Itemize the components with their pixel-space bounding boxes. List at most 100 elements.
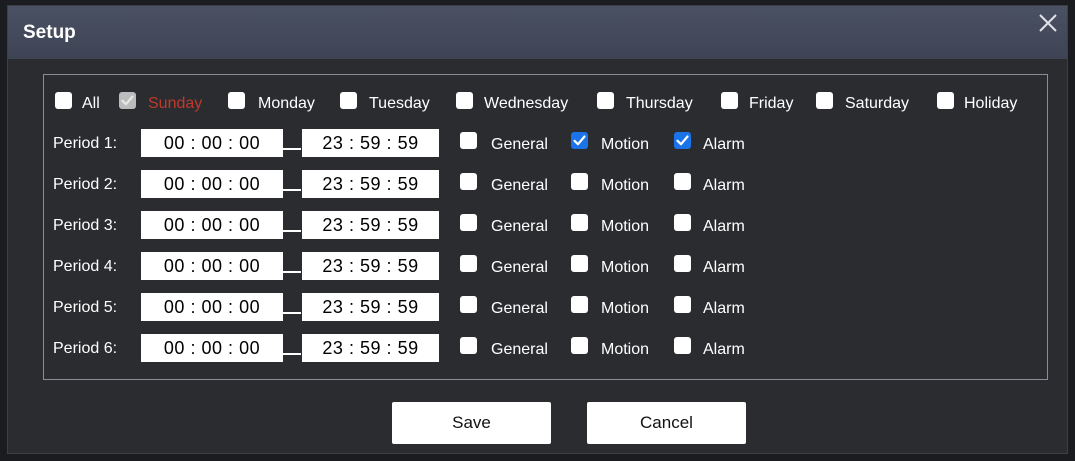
end-second[interactable]: 59: [398, 133, 419, 153]
save-button[interactable]: Save: [392, 402, 551, 444]
start-second[interactable]: 00: [239, 133, 260, 153]
end-hour[interactable]: 23: [322, 174, 343, 194]
time-separator: :: [386, 297, 393, 317]
motion-checkbox[interactable]: [571, 255, 588, 272]
day-label-holiday: Holiday: [964, 95, 1018, 112]
general-checkbox[interactable]: [460, 337, 477, 354]
general-label: General: [491, 259, 548, 276]
start-hour[interactable]: 00: [164, 215, 185, 235]
end-minute[interactable]: 59: [360, 174, 381, 194]
start-hour[interactable]: 00: [164, 256, 185, 276]
motion-checkbox[interactable]: [571, 214, 588, 231]
start-second[interactable]: 00: [239, 215, 260, 235]
day-label-all: All: [82, 95, 100, 112]
end-hour[interactable]: 23: [322, 338, 343, 358]
start-hour[interactable]: 00: [164, 297, 185, 317]
period-start-time[interactable]: 00 : 00 : 00: [141, 211, 283, 239]
time-range-dash: [283, 148, 301, 150]
end-hour[interactable]: 23: [322, 256, 343, 276]
time-separator: :: [386, 133, 393, 153]
start-minute[interactable]: 00: [201, 174, 222, 194]
period-end-time[interactable]: 23 : 59 : 59: [302, 252, 439, 280]
alarm-label: Alarm: [703, 177, 745, 194]
start-minute[interactable]: 00: [201, 215, 222, 235]
period-start-time[interactable]: 00 : 00 : 00: [141, 334, 283, 362]
cancel-button[interactable]: Cancel: [587, 402, 746, 444]
end-second[interactable]: 59: [398, 174, 419, 194]
end-second[interactable]: 59: [398, 338, 419, 358]
start-minute[interactable]: 00: [201, 297, 222, 317]
time-separator: :: [190, 133, 196, 153]
day-checkbox-all[interactable]: [55, 92, 72, 109]
period-end-time[interactable]: 23 : 59 : 59: [302, 334, 439, 362]
general-checkbox[interactable]: [460, 255, 477, 272]
motion-label: Motion: [601, 259, 650, 276]
start-second[interactable]: 00: [239, 256, 260, 276]
start-hour[interactable]: 00: [164, 174, 185, 194]
end-second[interactable]: 59: [398, 256, 419, 276]
end-minute[interactable]: 59: [360, 256, 381, 276]
alarm-checkbox[interactable]: [674, 337, 691, 354]
end-minute[interactable]: 59: [360, 338, 381, 358]
alarm-checkbox[interactable]: [674, 255, 691, 272]
day-checkbox-monday[interactable]: [228, 92, 245, 109]
alarm-checkbox[interactable]: [674, 296, 691, 313]
time-separator: :: [228, 215, 234, 235]
period-end-time[interactable]: 23 : 59 : 59: [302, 293, 439, 321]
time-range-dash: [283, 353, 301, 355]
period-start-time[interactable]: 00 : 00 : 00: [141, 252, 283, 280]
end-minute[interactable]: 59: [360, 215, 381, 235]
period-label: Period 3:: [53, 217, 118, 234]
end-second[interactable]: 59: [398, 297, 419, 317]
period-end-time[interactable]: 23 : 59 : 59: [302, 170, 439, 198]
time-range-dash: [283, 189, 301, 191]
period-label: Period 6:: [53, 340, 118, 357]
end-minute[interactable]: 59: [360, 297, 381, 317]
general-checkbox[interactable]: [460, 296, 477, 313]
period-end-time[interactable]: 23 : 59 : 59: [302, 211, 439, 239]
day-checkbox-holiday[interactable]: [937, 92, 954, 109]
start-minute[interactable]: 00: [201, 133, 222, 153]
start-hour[interactable]: 00: [164, 133, 185, 153]
start-second[interactable]: 00: [239, 338, 260, 358]
alarm-checkbox[interactable]: [674, 173, 691, 190]
motion-checkbox[interactable]: [571, 132, 588, 149]
time-separator: :: [348, 338, 355, 358]
period-label: Period 2:: [53, 176, 118, 193]
time-separator: :: [348, 133, 355, 153]
alarm-checkbox[interactable]: [674, 214, 691, 231]
general-checkbox[interactable]: [460, 132, 477, 149]
motion-checkbox[interactable]: [571, 296, 588, 313]
day-checkbox-tuesday[interactable]: [340, 92, 357, 109]
period-end-time[interactable]: 23 : 59 : 59: [302, 129, 439, 157]
end-hour[interactable]: 23: [322, 215, 343, 235]
end-minute[interactable]: 59: [360, 133, 381, 153]
time-separator: :: [386, 174, 393, 194]
day-checkbox-wednesday[interactable]: [456, 92, 473, 109]
start-hour[interactable]: 00: [164, 338, 185, 358]
period-start-time[interactable]: 00 : 00 : 00: [141, 293, 283, 321]
period-start-time[interactable]: 00 : 00 : 00: [141, 170, 283, 198]
checkmark-icon: [573, 135, 586, 146]
alarm-checkbox[interactable]: [674, 132, 691, 149]
end-second[interactable]: 59: [398, 215, 419, 235]
general-checkbox[interactable]: [460, 214, 477, 231]
setup-dialog: Setup All Sunday Monday Tuesday Wednesday Thu…: [7, 5, 1068, 454]
end-hour[interactable]: 23: [322, 133, 343, 153]
day-checkbox-thursday[interactable]: [597, 92, 614, 109]
day-checkbox-friday[interactable]: [721, 92, 738, 109]
time-separator: :: [348, 297, 355, 317]
start-second[interactable]: 00: [239, 174, 260, 194]
start-minute[interactable]: 00: [201, 338, 222, 358]
time-separator: :: [228, 174, 234, 194]
end-hour[interactable]: 23: [322, 297, 343, 317]
general-label: General: [491, 341, 548, 358]
motion-checkbox[interactable]: [571, 173, 588, 190]
period-start-time[interactable]: 00 : 00 : 00: [141, 129, 283, 157]
day-checkbox-saturday[interactable]: [816, 92, 833, 109]
motion-checkbox[interactable]: [571, 337, 588, 354]
start-second[interactable]: 00: [239, 297, 260, 317]
close-icon[interactable]: [1035, 10, 1061, 36]
start-minute[interactable]: 00: [201, 256, 222, 276]
general-checkbox[interactable]: [460, 173, 477, 190]
